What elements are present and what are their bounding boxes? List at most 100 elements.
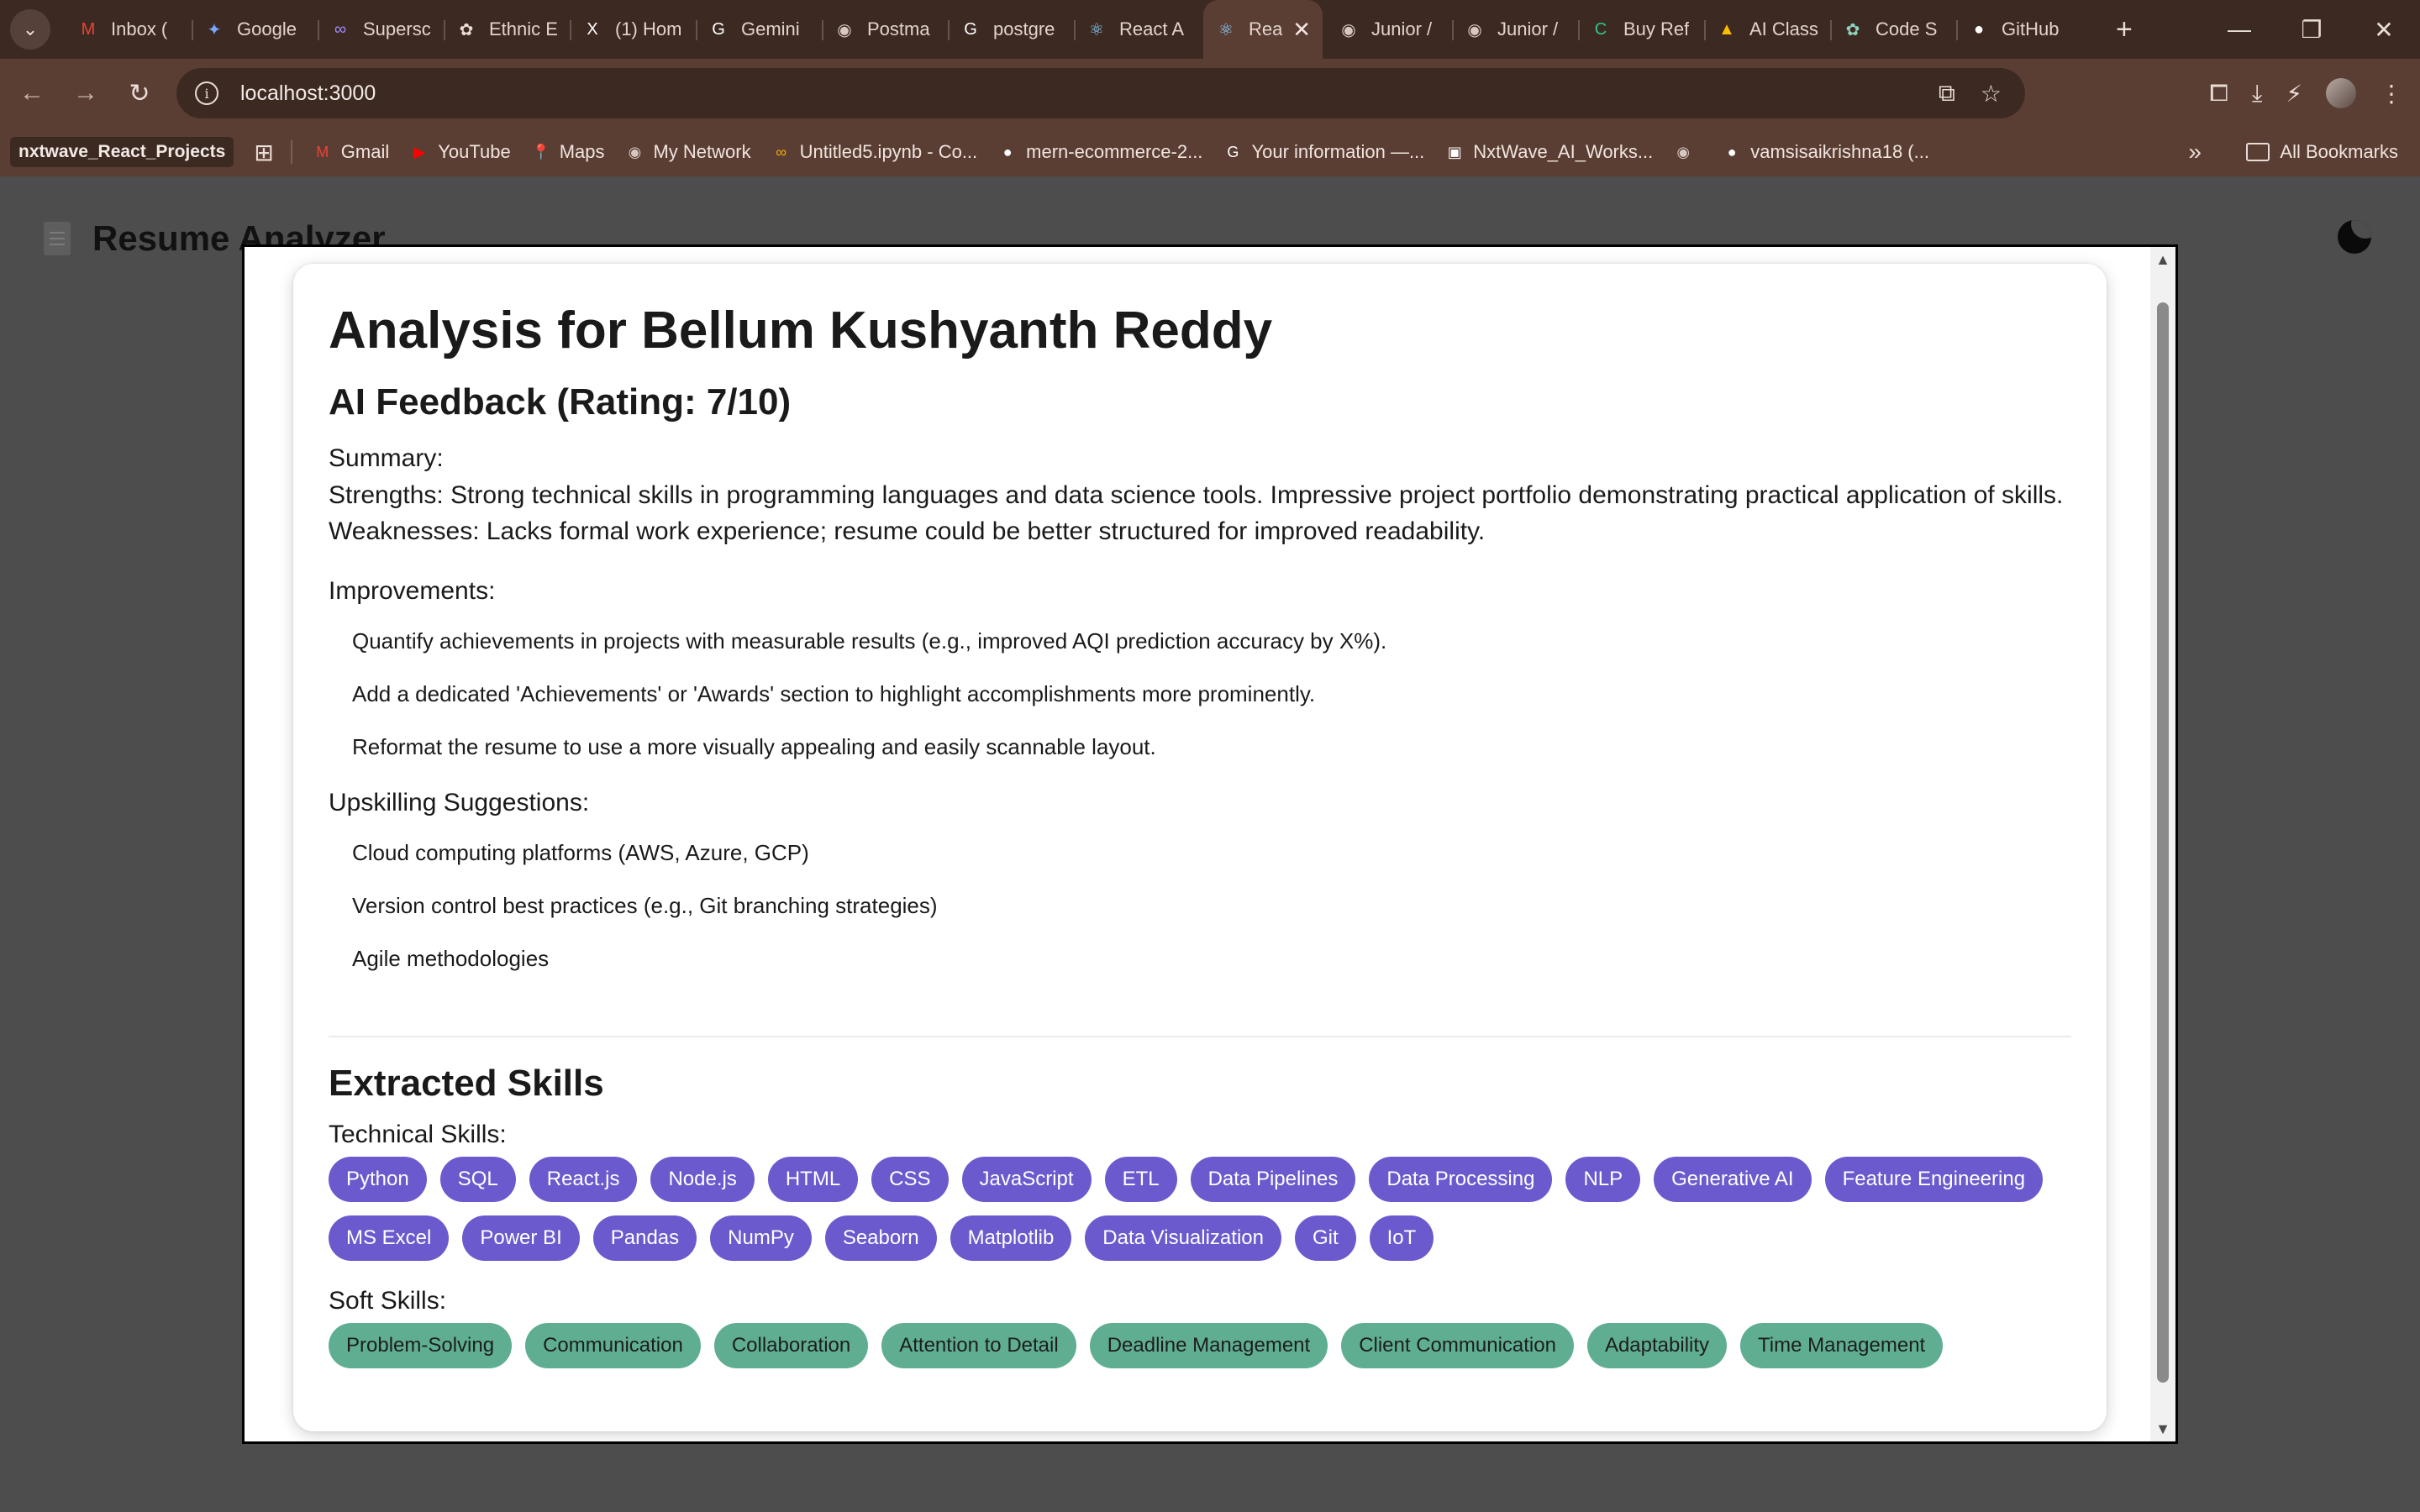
bookmark-item[interactable]: M Gmail [313,141,389,163]
bookmark-item[interactable]: ▣ NxtWave_AI_Works... [1444,141,1653,163]
omnibox-actions: ⧉ ☆ [1939,68,2002,118]
browser-tab[interactable]: ● GitHub [1956,0,2097,59]
react-icon: ⚛ [1089,20,1104,39]
toolbar-right-actions: ⧠ ⤓ ⚡ ⋮ [2210,59,2403,128]
browser-tab[interactable]: C Buy Ref [1578,0,1704,59]
install-app-icon[interactable]: ⧉ [1939,80,1955,108]
upskilling-label: Upskilling Suggestions: [329,789,590,816]
browser-tab[interactable]: ◉ Postma [822,0,948,59]
technical-skill-chip: React.js [529,1157,638,1202]
youtube-icon: ▶ [413,143,426,160]
dark-mode-moon-icon[interactable] [2338,220,2371,254]
more-bookmarks-chevron-icon[interactable]: » [2188,128,2202,176]
github-icon: ● [1002,143,1013,160]
upskilling-item: Cloud computing platforms (AWS, Azure, G… [352,840,809,865]
browser-tab[interactable]: ✿ Code S [1830,0,1956,59]
scroll-down-arrow-icon[interactable]: ▼ [2150,1416,2175,1441]
bookmark-item[interactable]: ● vamsisaikrishna18 (... [1722,141,1929,163]
drive-icon: ▲ [1718,19,1735,39]
technical-skills-label: Technical Skills: [329,1121,507,1148]
technical-skill-chip: HTML [767,1157,859,1202]
bookmark-label: Gmail [340,141,390,162]
technical-skill-chip: Matplotlib [950,1215,1072,1261]
extensions-puzzle-icon[interactable]: ⧠ [2210,80,2228,108]
technical-skill-chip: NLP [1565,1157,1641,1202]
browser-tab[interactable]: ∞ Supersc [318,0,444,59]
minimize-icon[interactable]: — [2203,0,2275,59]
bookmark-star-icon[interactable]: ☆ [1981,80,2002,108]
browser-tab[interactable]: X (1) Hom [570,0,696,59]
browser-tab[interactable]: Gpostgre [948,0,1074,59]
reload-icon[interactable]: ↻ [118,71,161,115]
bookmark-item[interactable]: ◉ [1673,142,1702,162]
bookmark-nxtwave-react-projects[interactable]: nxtwave_React_Projects [10,137,234,167]
bookmark-item[interactable]: ◉ My Network [624,141,751,163]
bookmarks-bar: nxtwave_React_Projects ⊞ M Gmail ▶ YouTube 📍… [0,128,2420,176]
analysis-card: Analysis for Bellum Kushyanth Reddy AI F… [293,264,2107,1431]
technical-skill-chip: Seaborn [824,1215,937,1261]
all-bookmarks-button[interactable]: All Bookmarks [2246,128,2398,176]
back-arrow-icon[interactable]: ← [10,71,54,115]
new-tab-plus-icon[interactable]: + [2116,13,2133,46]
profile-avatar[interactable] [2326,78,2356,108]
bookmark-item[interactable]: ● mern-ecommerce-2... [997,141,1203,163]
tab-title: Buy Ref [1623,18,1690,39]
google-icon: G [1227,143,1239,160]
tab-title: Supersc [363,18,431,39]
restore-icon[interactable]: ❐ [2275,0,2348,59]
link-icon: ∞ [334,19,347,39]
technical-skill-chip: Data Pipelines [1190,1157,1356,1202]
apps-grid-icon[interactable]: ⊞ [254,139,273,166]
technical-skill-chip: MS Excel [329,1215,450,1261]
browser-tab[interactable]: ⚛ Rea ✕ [1203,0,1323,59]
address-bar[interactable]: i localhost:3000 ⧉ ☆ [176,68,2025,118]
browser-tab[interactable]: ✦ Google [192,0,318,59]
downloads-icon[interactable]: ⤓ [2252,80,2262,108]
upskilling-list: Cloud computing platforms (AWS, Azure, G… [329,838,2071,973]
openai-icon: ✿ [1845,20,1860,39]
x-icon: X [587,19,598,39]
document-icon [44,222,71,255]
bookmark-item[interactable]: ∞ Untitled5.ipynb - Co... [771,141,977,163]
forward-arrow-icon[interactable]: → [64,71,108,115]
browser-tab[interactable]: G Gemini [696,0,822,59]
tab-title: AI Class [1749,18,1818,39]
improvement-item: Quantify achievements in projects with m… [352,628,1387,654]
technical-skill-chip: Node.js [650,1157,755,1202]
browser-tab[interactable]: M Inbox ( [66,0,192,59]
modal-scrollbar[interactable]: ▲ ▼ [2150,247,2175,1441]
grammarly-icon: C [1594,19,1607,39]
browser-tab[interactable]: ▲ AI Class [1704,0,1830,59]
upskilling-item: Agile methodologies [352,946,550,971]
soft-skill-chip: Deadline Management [1089,1323,1328,1368]
browser-tab[interactable]: ⚛ React A [1074,0,1200,59]
scroll-thumb[interactable] [2157,302,2169,1383]
technical-skill-chip: Generative AI [1654,1157,1812,1202]
scroll-up-arrow-icon[interactable]: ▲ [2150,247,2175,272]
bookmark-item[interactable]: 📍 Maps [531,141,604,163]
performance-icon[interactable]: ⚡ [2286,80,2302,108]
close-window-icon[interactable]: ✕ [2348,0,2420,59]
address-url[interactable]: localhost:3000 [240,81,376,106]
tab-close-icon[interactable]: ✕ [1292,17,1311,43]
site-info-icon[interactable]: i [195,81,218,105]
strengths-text: Strengths: Strong technical skills in pr… [329,481,2064,509]
technical-skill-chip: NumPy [710,1215,812,1261]
browser-tab[interactable]: ◉ Junior / [1452,0,1578,59]
chrome-menu-icon[interactable]: ⋮ [2380,80,2403,108]
soft-skill-chip: Communication [525,1323,701,1368]
browser-tab[interactable]: ◉ Junior / [1326,0,1452,59]
technical-skill-chip: Power BI [462,1215,580,1261]
technical-skill-chip: Feature Engineering [1824,1157,2044,1202]
technical-skill-chip: IoT [1369,1215,1434,1261]
tab-title: Junior / [1497,18,1559,39]
gemini-star-icon: ✦ [207,20,222,39]
tab-search-chevron-icon[interactable]: ⌄ [10,9,50,50]
tab-list: M Inbox (✦ Google ∞ Supersc ✿ Ethnic E X (1) Hom… [66,0,2097,59]
technical-skill-chip: JavaScript [961,1157,1092,1202]
browser-tab[interactable]: ✿ Ethnic E [444,0,570,59]
bookmark-item[interactable]: ▶ YouTube [409,141,510,163]
soft-skill-chip: Adaptability [1586,1323,1728,1368]
react-icon: ⚛ [1218,20,1234,39]
bookmark-item[interactable]: G Your information —... [1223,141,1424,163]
